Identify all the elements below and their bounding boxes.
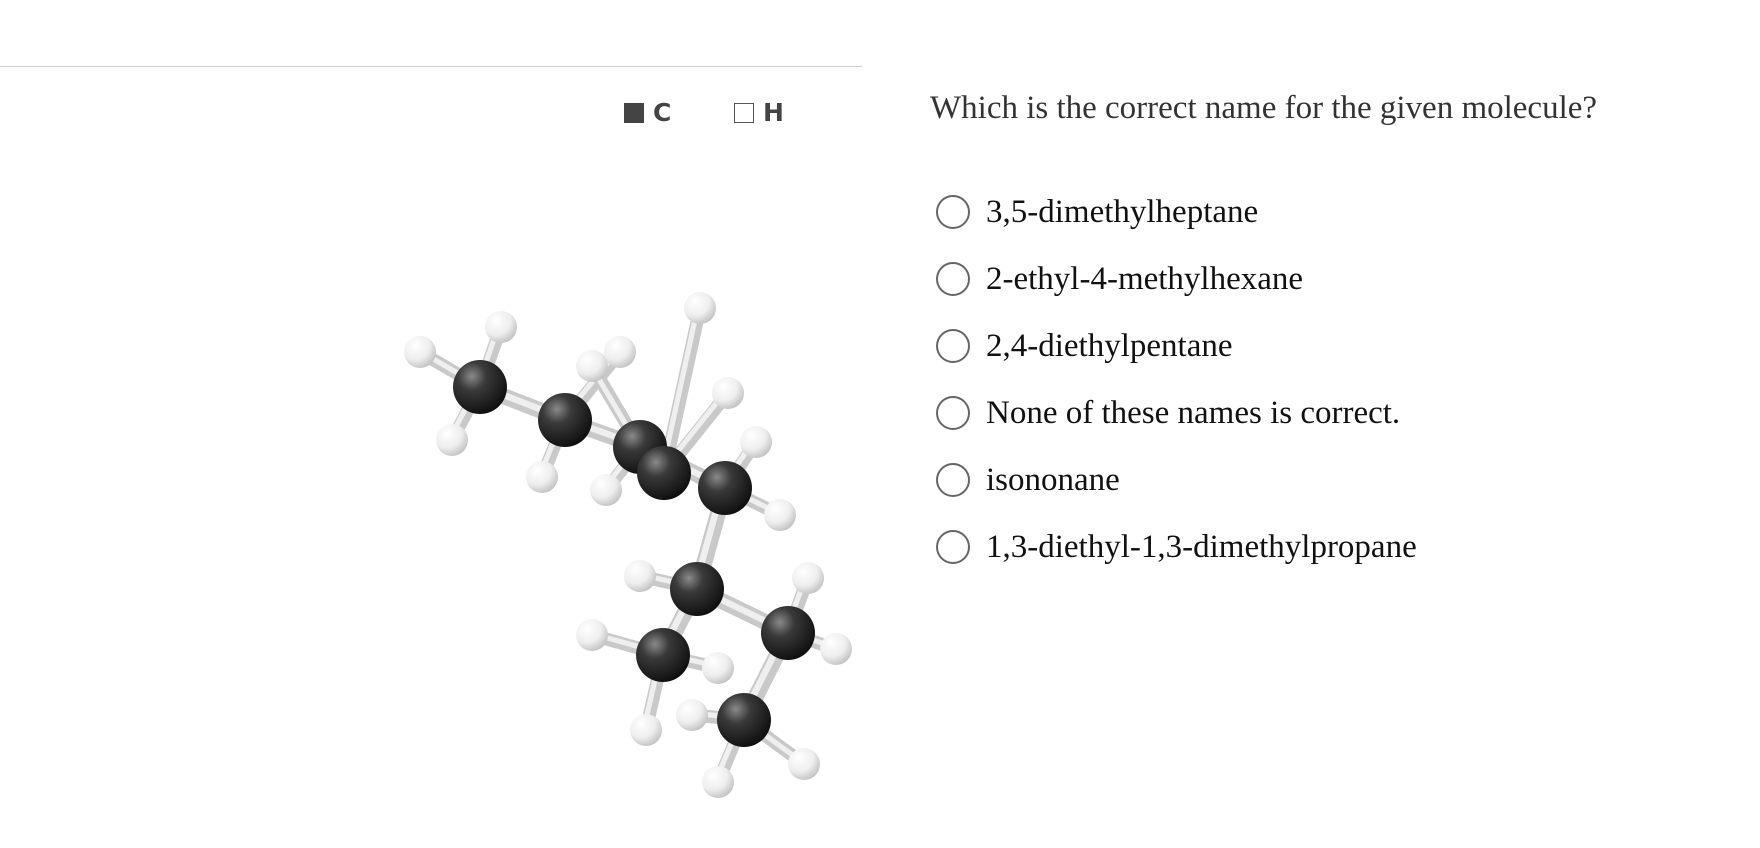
choice-label[interactable]: 2-ethyl-4-methylhexane <box>986 259 1303 299</box>
choice-label[interactable]: isononane <box>986 460 1120 500</box>
hydrogen-atom <box>436 424 468 456</box>
question-panel: Which is the correct name for the given … <box>930 88 1730 580</box>
answer-choices: 3,5-dimethylheptane 2-ethyl-4-methylhexa… <box>930 178 1730 580</box>
carbon-swatch-icon <box>624 102 644 123</box>
hydrogen-atom <box>590 474 622 506</box>
molecule-3d-viewer[interactable] <box>0 150 862 840</box>
choice-label[interactable]: 3,5-dimethylheptane <box>986 192 1258 232</box>
carbon-atom <box>636 628 690 682</box>
hydrogen-atom <box>576 619 608 651</box>
hydrogen-atom <box>740 426 772 458</box>
hydrogen-atom <box>630 714 662 746</box>
hydrogen-atom <box>702 652 734 684</box>
radio-button-icon[interactable] <box>936 462 970 497</box>
hydrogen-atom <box>526 461 558 493</box>
hydrogen-atom <box>764 499 796 531</box>
choice-6[interactable]: 1,3-diethyl-1,3-dimethylpropane <box>930 513 1730 580</box>
hydrogen-atom <box>404 336 436 368</box>
choice-3[interactable]: 2,4-diethylpentane <box>930 312 1730 379</box>
hydrogen-atom <box>576 350 608 382</box>
hydrogen-atom <box>676 699 708 731</box>
top-divider <box>0 66 862 67</box>
choice-4[interactable]: None of these names is correct. <box>930 379 1730 446</box>
carbon-atom <box>670 562 724 616</box>
hydrogen-atom <box>684 292 716 324</box>
carbon-atom <box>637 446 691 500</box>
choice-label[interactable]: 1,3-diethyl-1,3-dimethylpropane <box>986 527 1417 567</box>
molecule-model[interactable] <box>0 150 862 840</box>
carbon-atom <box>698 461 752 515</box>
hydrogen-atom <box>820 633 852 665</box>
radio-button-icon[interactable] <box>936 328 970 363</box>
radio-button-icon[interactable] <box>936 194 970 229</box>
choice-1[interactable]: 3,5-dimethylheptane <box>930 178 1730 245</box>
choice-5[interactable]: isononane <box>930 446 1730 513</box>
legend-carbon: C <box>624 98 671 127</box>
legend-hydrogen: H <box>734 98 784 127</box>
hydrogen-swatch-icon <box>734 102 754 123</box>
choice-2[interactable]: 2-ethyl-4-methylhexane <box>930 245 1730 312</box>
carbon-atom <box>717 693 771 747</box>
atom-legend: C H <box>0 98 862 128</box>
hydrogen-atom <box>624 560 656 592</box>
choice-label[interactable]: 2,4-diethylpentane <box>986 326 1233 366</box>
radio-button-icon[interactable] <box>936 261 970 296</box>
legend-hydrogen-label: H <box>763 98 784 127</box>
choice-label[interactable]: None of these names is correct. <box>986 393 1400 433</box>
question-prompt: Which is the correct name for the given … <box>930 90 1598 126</box>
carbon-atom <box>453 360 507 414</box>
radio-button-icon[interactable] <box>936 395 970 430</box>
hydrogen-atom <box>788 748 820 780</box>
carbon-atom <box>761 606 815 660</box>
radio-button-icon[interactable] <box>936 529 970 564</box>
hydrogen-atom <box>485 311 517 343</box>
hydrogen-atom <box>702 766 734 798</box>
hydrogen-atom <box>604 336 636 368</box>
carbon-atom <box>538 393 592 447</box>
hydrogen-atom <box>792 562 824 594</box>
atoms-layer <box>404 292 852 798</box>
legend-carbon-label: C <box>653 98 672 127</box>
hydrogen-atom <box>712 377 744 409</box>
